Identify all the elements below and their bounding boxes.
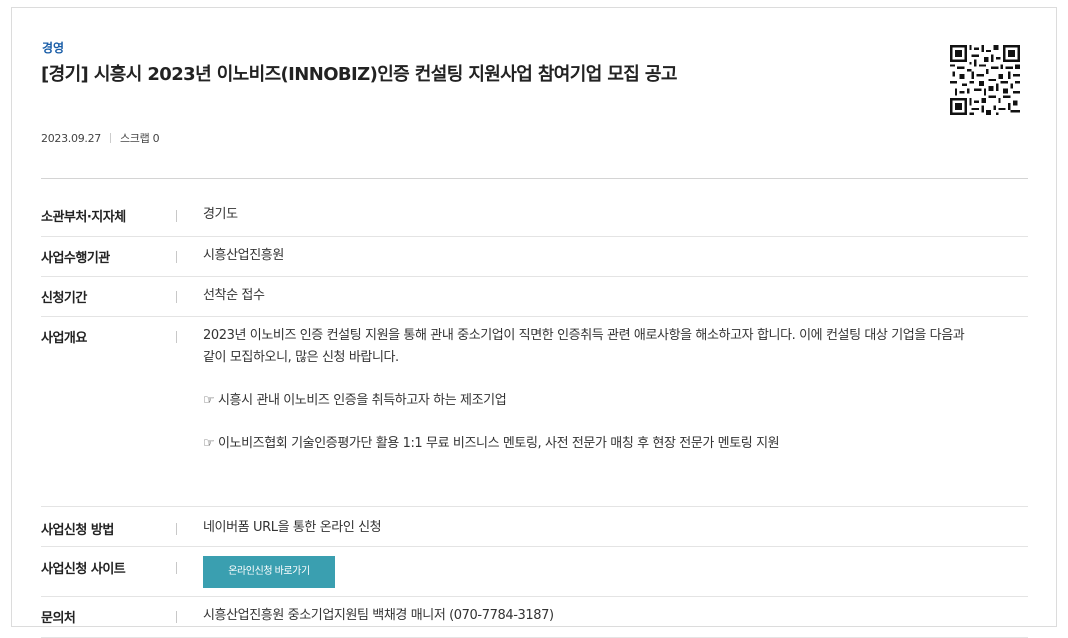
row-value: 선착순 접수 xyxy=(203,288,265,303)
overview-line: 2023년 이노비즈 인증 컨설팅 지원을 통해 관내 중소기업이 직면한 인증… xyxy=(203,328,965,343)
row-label: 문의처 xyxy=(41,611,76,626)
row-label: 사업개요 xyxy=(41,331,87,346)
info-table: 소관부처·지자체 경기도 사업수행기관 시흥산업진흥원 신청기간 선착순 접수 … xyxy=(41,196,1028,638)
row-value: 2023년 이노비즈 인증 컨설팅 지원을 통해 관내 중소기업이 직면한 인증… xyxy=(203,317,1028,455)
info-row-department: 소관부처·지자체 경기도 xyxy=(41,196,1028,237)
info-row-contact: 문의처 시흥산업진흥원 중소기업지원팀 백채경 매니저 (070-7784-31… xyxy=(41,597,1028,638)
info-row-overview: 사업개요 2023년 이노비즈 인증 컨설팅 지원을 통해 관내 중소기업이 직… xyxy=(41,317,1028,507)
category-label: 경영 xyxy=(42,41,65,55)
notice-card: 경영 [경기] 시흥시 2023년 이노비즈(INNOBIZ)인증 컨설팅 지원… xyxy=(11,7,1057,638)
overview-bullet: ☞ 시흥시 관내 이노비즈 인증을 취득하고자 하는 제조기업 xyxy=(203,393,507,408)
row-separator xyxy=(176,210,177,222)
row-separator xyxy=(176,251,177,263)
row-separator xyxy=(176,331,177,343)
info-row-apply-method: 사업신청 방법 네이버폼 URL을 통한 온라인 신청 xyxy=(41,507,1028,547)
row-value: 시흥산업진흥원 xyxy=(203,248,284,263)
row-label: 사업수행기관 xyxy=(41,251,110,266)
row-separator xyxy=(176,611,177,623)
row-label: 사업신청 방법 xyxy=(41,523,114,538)
row-separator xyxy=(176,562,177,574)
post-meta: 2023.09.27 스크랩 0 xyxy=(41,130,160,146)
post-date: 2023.09.27 xyxy=(41,131,101,145)
info-row-period: 신청기간 선착순 접수 xyxy=(41,277,1028,317)
row-separator xyxy=(176,291,177,303)
row-separator xyxy=(176,523,177,535)
row-value: 경기도 xyxy=(203,207,238,222)
page-title: [경기] 시흥시 2023년 이노비즈(INNOBIZ)인증 컨설팅 지원사업 … xyxy=(41,64,677,85)
header-divider xyxy=(41,178,1028,179)
online-apply-button[interactable]: 온라인신청 바로가기 xyxy=(203,556,335,588)
row-value: 네이버폼 URL을 통한 온라인 신청 xyxy=(203,520,382,535)
row-value: 시흥산업진흥원 중소기업지원팀 백채경 매니저 (070-7784-3187) xyxy=(203,608,554,623)
overview-bullet: ☞ 이노비즈협회 기술인증평가단 활용 1:1 무료 비즈니스 멘토링, 사전 … xyxy=(203,436,780,451)
info-row-apply-site: 사업신청 사이트 온라인신청 바로가기 xyxy=(41,546,1028,597)
overview-line: 같이 모집하오니, 많은 신청 바랍니다. xyxy=(203,350,399,365)
row-value: 온라인신청 바로가기 xyxy=(203,546,1028,588)
row-label: 소관부처·지자체 xyxy=(41,210,126,225)
info-row-agency: 사업수행기관 시흥산업진흥원 xyxy=(41,237,1028,277)
meta-separator xyxy=(109,133,111,143)
row-label: 신청기간 xyxy=(41,291,87,306)
row-label: 사업신청 사이트 xyxy=(41,562,126,577)
qr-code-icon[interactable] xyxy=(950,45,1020,115)
scrap-count[interactable]: 스크랩 0 xyxy=(120,130,160,146)
